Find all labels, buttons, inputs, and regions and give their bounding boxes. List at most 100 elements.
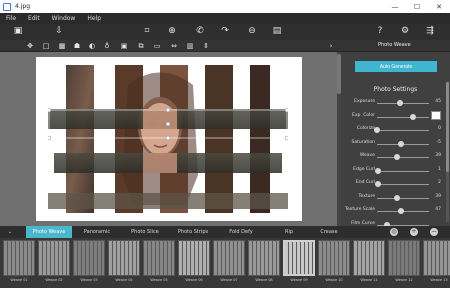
- chevron-right-icon[interactable]: ›: [327, 42, 335, 50]
- setting-slider[interactable]: [377, 130, 429, 131]
- menu-window[interactable]: Window: [52, 15, 76, 22]
- slider-knob[interactable]: [398, 208, 405, 214]
- share-icon[interactable]: ⇶: [425, 27, 435, 36]
- tab-photo-strips[interactable]: Photo Strips: [170, 226, 216, 238]
- setting-label: Exp. Color: [352, 112, 375, 118]
- select-icon[interactable]: □: [42, 42, 50, 50]
- rotate-icon[interactable]: ▥: [186, 42, 194, 50]
- preset-image: [318, 240, 350, 276]
- person-icon[interactable]: ☗: [73, 42, 81, 50]
- fit-icon[interactable]: ▭: [153, 42, 161, 50]
- preset-thumbnail[interactable]: Weave 03: [72, 240, 106, 284]
- preset-thumbnail[interactable]: Weave 10: [317, 240, 351, 284]
- preset-image: [283, 240, 315, 276]
- menu-help[interactable]: Help: [87, 15, 101, 22]
- preset-thumbnail[interactable]: Weave 11: [352, 240, 386, 284]
- setting-row: Edge Curl 1: [341, 165, 446, 177]
- slider-knob[interactable]: [375, 181, 382, 187]
- preset-thumbnail[interactable]: Weave 13: [422, 240, 450, 284]
- mask-icon[interactable]: ◐: [88, 42, 96, 50]
- zoom-out-icon[interactable]: ⊖: [247, 27, 257, 36]
- maximize-button[interactable]: ☐: [406, 0, 428, 13]
- title-bar: 4.jpg — ☐ ✕: [0, 0, 450, 13]
- zoom-in-icon[interactable]: ⊕: [167, 27, 177, 36]
- preset-caption: Weave 05: [150, 278, 168, 282]
- preset-image: [248, 240, 280, 276]
- setting-slider[interactable]: [377, 103, 429, 104]
- preset-thumbnail[interactable]: Weave 02: [37, 240, 71, 284]
- preset-image: [38, 240, 70, 276]
- preset-thumbnail[interactable]: Weave 12: [387, 240, 421, 284]
- preset-image: [3, 240, 35, 276]
- save-icon[interactable]: ⇩: [54, 27, 64, 36]
- setting-value: 39: [435, 153, 441, 158]
- preset-thumbnail[interactable]: Weave 04: [107, 240, 141, 284]
- slider-knob[interactable]: [374, 127, 380, 133]
- close-button[interactable]: ✕: [428, 0, 450, 13]
- preset-thumbnail[interactable]: Weave 08: [247, 240, 281, 284]
- setting-slider[interactable]: [377, 197, 429, 199]
- add-preset-button[interactable]: +: [410, 228, 418, 236]
- auto-generate-button[interactable]: Auto Generate: [355, 61, 437, 72]
- move-icon[interactable]: ✥: [26, 42, 34, 50]
- panel-scrollbar[interactable]: [446, 82, 449, 222]
- setting-row: Weave 39: [341, 151, 446, 163]
- document-canvas[interactable]: [36, 57, 302, 221]
- preset-thumbnail[interactable]: Weave 06: [177, 240, 211, 284]
- color-swatch[interactable]: [431, 110, 441, 120]
- preset-thumbnail[interactable]: Weave 09: [282, 240, 316, 284]
- preset-image: [388, 240, 420, 276]
- setting-row: Exposure 45: [341, 97, 446, 109]
- preset-caption: Weave 13: [430, 278, 448, 282]
- slider-knob[interactable]: [374, 167, 381, 174]
- setting-row: Exp. Color: [341, 110, 446, 123]
- light-icon[interactable]: ♁: [103, 42, 111, 50]
- preset-caption: Weave 02: [45, 278, 63, 282]
- preset-thumbnail[interactable]: Weave 05: [142, 240, 176, 284]
- tab-photo-weave[interactable]: Photo Weave: [26, 226, 72, 238]
- frame-icon[interactable]: ⧉: [137, 42, 145, 50]
- setting-row: Saturation -5: [341, 138, 446, 150]
- setting-label: Edge Curl: [353, 166, 375, 172]
- slider-knob[interactable]: [394, 194, 401, 201]
- tab-fold-defy[interactable]: Fold Defy: [218, 226, 264, 238]
- slider-knob[interactable]: [397, 100, 404, 106]
- redo-icon[interactable]: ↷: [220, 27, 230, 36]
- slider-knob[interactable]: [410, 113, 417, 120]
- phone-icon[interactable]: ✆: [195, 27, 205, 36]
- slider-knob[interactable]: [394, 154, 401, 160]
- menu-file[interactable]: File: [6, 15, 16, 22]
- setting-value: 0: [438, 126, 441, 131]
- flip-v-icon[interactable]: ⇕: [202, 42, 210, 50]
- preset-thumbnail[interactable]: Weave 01: [2, 240, 36, 284]
- flip-h-icon[interactable]: ⇔: [170, 42, 178, 50]
- globe-button[interactable]: ◎: [390, 228, 398, 236]
- weave-photo[interactable]: [48, 65, 288, 213]
- preset-caption: Weave 10: [325, 278, 343, 282]
- image-icon[interactable]: ▩: [58, 42, 66, 50]
- help-icon[interactable]: ?: [375, 27, 385, 36]
- setting-slider[interactable]: [377, 184, 429, 185]
- setting-slider[interactable]: [377, 157, 429, 158]
- tab-crease[interactable]: Crease: [306, 226, 352, 238]
- setting-slider[interactable]: [377, 116, 429, 118]
- open-image-icon[interactable]: ▣: [13, 27, 23, 36]
- preset-strip: Weave 01 Weave 02 Weave 03 Weave 04 Weave 05…: [0, 238, 450, 288]
- settings-icon[interactable]: ⚙: [400, 27, 410, 36]
- tab-photo-slice[interactable]: Photo Slice: [122, 226, 168, 238]
- setting-row: End Curl 2: [341, 178, 446, 190]
- settings-panel: Auto Generate Photo Settings Exposure 45 E…: [341, 52, 450, 228]
- presets-icon[interactable]: ▤: [272, 27, 282, 36]
- crop-icon[interactable]: ⌗: [142, 27, 152, 36]
- minimize-button[interactable]: —: [384, 0, 406, 13]
- remove-preset-button[interactable]: −: [430, 228, 438, 236]
- preset-thumbnail[interactable]: Weave 07: [212, 240, 246, 284]
- tab-panoramic[interactable]: Panoramic: [74, 226, 120, 238]
- preset-image: [143, 240, 175, 276]
- canvas-area[interactable]: [0, 52, 337, 226]
- menu-edit[interactable]: Edit: [28, 15, 40, 22]
- collapse-chevron-icon[interactable]: ⌄: [0, 226, 20, 238]
- slider-knob[interactable]: [398, 140, 405, 147]
- layer-image-icon[interactable]: ▣: [120, 42, 128, 50]
- setting-slider[interactable]: [377, 170, 429, 172]
